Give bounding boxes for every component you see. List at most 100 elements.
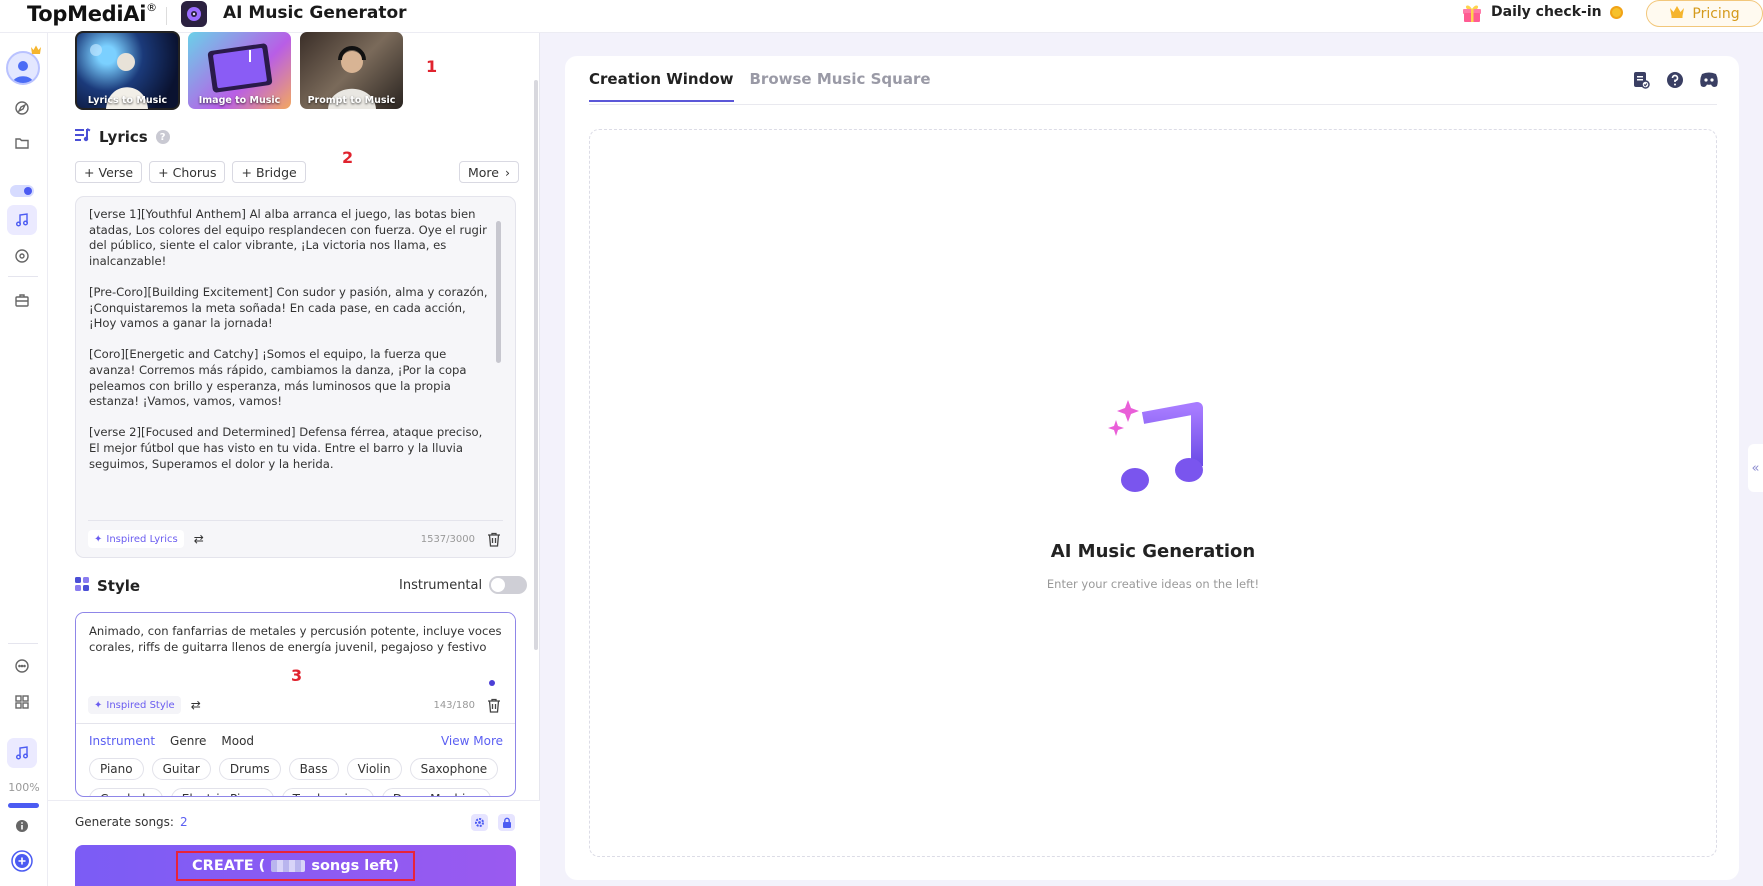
music-app-icon	[181, 1, 207, 27]
inspired-lyrics-button[interactable]: ✦ Inspired Lyrics	[88, 530, 184, 548]
style-grid-icon	[75, 577, 89, 595]
more-button[interactable]: More ›	[459, 161, 519, 183]
annotation-2: 2	[342, 148, 354, 167]
lyrics-icon	[75, 128, 91, 146]
style-char-count: 143/180	[433, 699, 475, 711]
explore-icon[interactable]	[7, 93, 37, 123]
mode-lyrics-to-music[interactable]: Lyrics to Music	[75, 31, 180, 110]
app-title: AI Music Generator	[223, 3, 407, 23]
sparkle-icon: ✦	[94, 533, 103, 545]
rail-toggle[interactable]	[10, 185, 34, 197]
mode-label: Prompt to Music	[307, 95, 396, 106]
pricing-button[interactable]: Pricing	[1646, 0, 1763, 27]
help-icon[interactable]: ?	[155, 130, 170, 144]
style-tag[interactable]: Saxophone	[409, 758, 499, 780]
plus-icon: +	[84, 164, 95, 180]
generate-songs-count[interactable]: 2	[180, 815, 188, 829]
tab-genre[interactable]: Genre	[170, 734, 206, 748]
style-title: Style	[97, 577, 141, 595]
lyrics-scrollbar[interactable]	[496, 221, 501, 363]
add-bridge-button[interactable]: + Bridge	[232, 161, 306, 183]
style-tag[interactable]: Electric Piano	[170, 788, 274, 796]
create-button-label: CREATE ( songs left)	[176, 850, 415, 881]
divider	[88, 520, 503, 521]
brand-logo[interactable]: TopMediAi®	[27, 1, 157, 26]
style-tag[interactable]: Drums	[218, 758, 281, 780]
style-tag[interactable]: Guitar	[151, 758, 211, 780]
add-icon[interactable]	[7, 846, 37, 876]
lyrics-section-title: Lyrics ?	[75, 128, 170, 146]
plus-icon: +	[158, 164, 169, 180]
daily-checkin-button[interactable]: Daily check-in	[1461, 1, 1623, 23]
inspired-style-button[interactable]: ✦ Inspired Style	[88, 696, 181, 714]
brand-name: TopMediAi	[27, 2, 147, 26]
empty-state-title: AI Music Generation	[1050, 541, 1256, 562]
tab-creation-window[interactable]: Creation Window	[589, 70, 734, 102]
chip-label: Chorus	[172, 164, 217, 180]
music-nav-icon[interactable]	[7, 205, 37, 235]
mode-tiles: Lyrics to Music Image to Music Prompt to…	[75, 31, 403, 110]
apps-grid-icon[interactable]	[7, 687, 37, 717]
main-card: Creation Window Browse Music Square AI M…	[565, 56, 1739, 880]
discord-icon[interactable]	[1699, 70, 1719, 90]
disc-icon[interactable]	[7, 241, 37, 271]
instrumental-toggle-group: Instrumental	[399, 576, 528, 594]
info-icon[interactable]	[7, 811, 37, 841]
tab-browse-music-square[interactable]: Browse Music Square	[750, 70, 931, 102]
mode-prompt-to-music[interactable]: Prompt to Music	[300, 32, 403, 109]
tab-instrument[interactable]: Instrument	[89, 734, 155, 748]
style-tag[interactable]: Bass	[288, 758, 339, 780]
creation-canvas: AI Music Generation Enter your creative …	[589, 129, 1717, 857]
annotation-1: 1	[426, 57, 438, 76]
lyrics-paragraph: [verse 2][Focused and Determined] Defens…	[89, 425, 483, 471]
inspired-label: Inspired Style	[106, 699, 175, 711]
zoom-bar[interactable]	[8, 803, 39, 808]
style-tag[interactable]: Cymbals	[89, 788, 163, 796]
style-tag[interactable]: Piano	[89, 758, 144, 780]
style-content: Animado, con fanfarrias de metales y per…	[89, 624, 502, 654]
style-tags: Piano Guitar Drums Bass Violin Saxophone…	[89, 758, 509, 796]
lyrics-structure-chips: + Verse + Chorus + Bridge	[75, 161, 306, 183]
sparkle-icon: ✦	[94, 699, 103, 711]
checkin-label: Daily check-in	[1491, 4, 1602, 20]
style-tag[interactable]: Drum Machine	[381, 788, 492, 796]
shuffle-icon[interactable]: ⇄	[194, 532, 204, 546]
lock-icon[interactable]	[498, 814, 515, 831]
task-list-icon[interactable]	[1631, 70, 1651, 90]
panel-scrollbar[interactable]	[534, 80, 538, 650]
pricing-label: Pricing	[1692, 5, 1740, 22]
rail-divider	[8, 643, 38, 644]
inspired-label: Inspired Lyrics	[106, 533, 178, 545]
chat-icon[interactable]	[7, 651, 37, 681]
zoom-level: 100%	[8, 781, 40, 794]
trash-icon[interactable]	[485, 530, 503, 548]
add-chorus-button[interactable]: + Chorus	[149, 161, 226, 183]
style-tag[interactable]: Violin	[346, 758, 402, 780]
style-textarea[interactable]: Animado, con fanfarrias de metales y per…	[75, 612, 516, 797]
instrumental-toggle[interactable]	[489, 576, 528, 594]
trash-icon[interactable]	[485, 696, 503, 714]
blurred-count	[271, 859, 306, 872]
lyrics-paragraph: [verse 1][Youthful Anthem] Al alba arran…	[89, 207, 487, 268]
view-more-link[interactable]: View More	[441, 734, 503, 748]
mode-image-to-music[interactable]: Image to Music	[188, 32, 291, 109]
main-tabs: Creation Window Browse Music Square	[589, 70, 931, 102]
toolbox-icon[interactable]	[7, 285, 37, 315]
lyrics-title: Lyrics	[99, 128, 148, 146]
main-toolbar	[1631, 70, 1719, 90]
lyrics-textarea[interactable]: [verse 1][Youthful Anthem] Al alba arran…	[75, 196, 516, 558]
help-circle-icon[interactable]	[1665, 70, 1685, 90]
plus-icon: +	[241, 164, 252, 180]
shuffle-icon[interactable]: ⇄	[191, 698, 201, 712]
style-tag[interactable]: Tambourine	[281, 788, 374, 796]
create-prefix: CREATE (	[192, 857, 266, 874]
settings-gear-icon[interactable]	[471, 814, 488, 831]
add-verse-button[interactable]: + Verse	[75, 161, 143, 183]
music-app-shortcut-icon[interactable]	[7, 738, 37, 768]
more-label: More	[468, 164, 499, 180]
create-button[interactable]: CREATE ( songs left)	[75, 845, 516, 886]
collapse-panel-button[interactable]: «	[1748, 444, 1763, 492]
folder-icon[interactable]	[7, 128, 37, 158]
chip-label: Bridge	[255, 164, 297, 180]
tab-mood[interactable]: Mood	[221, 734, 254, 748]
